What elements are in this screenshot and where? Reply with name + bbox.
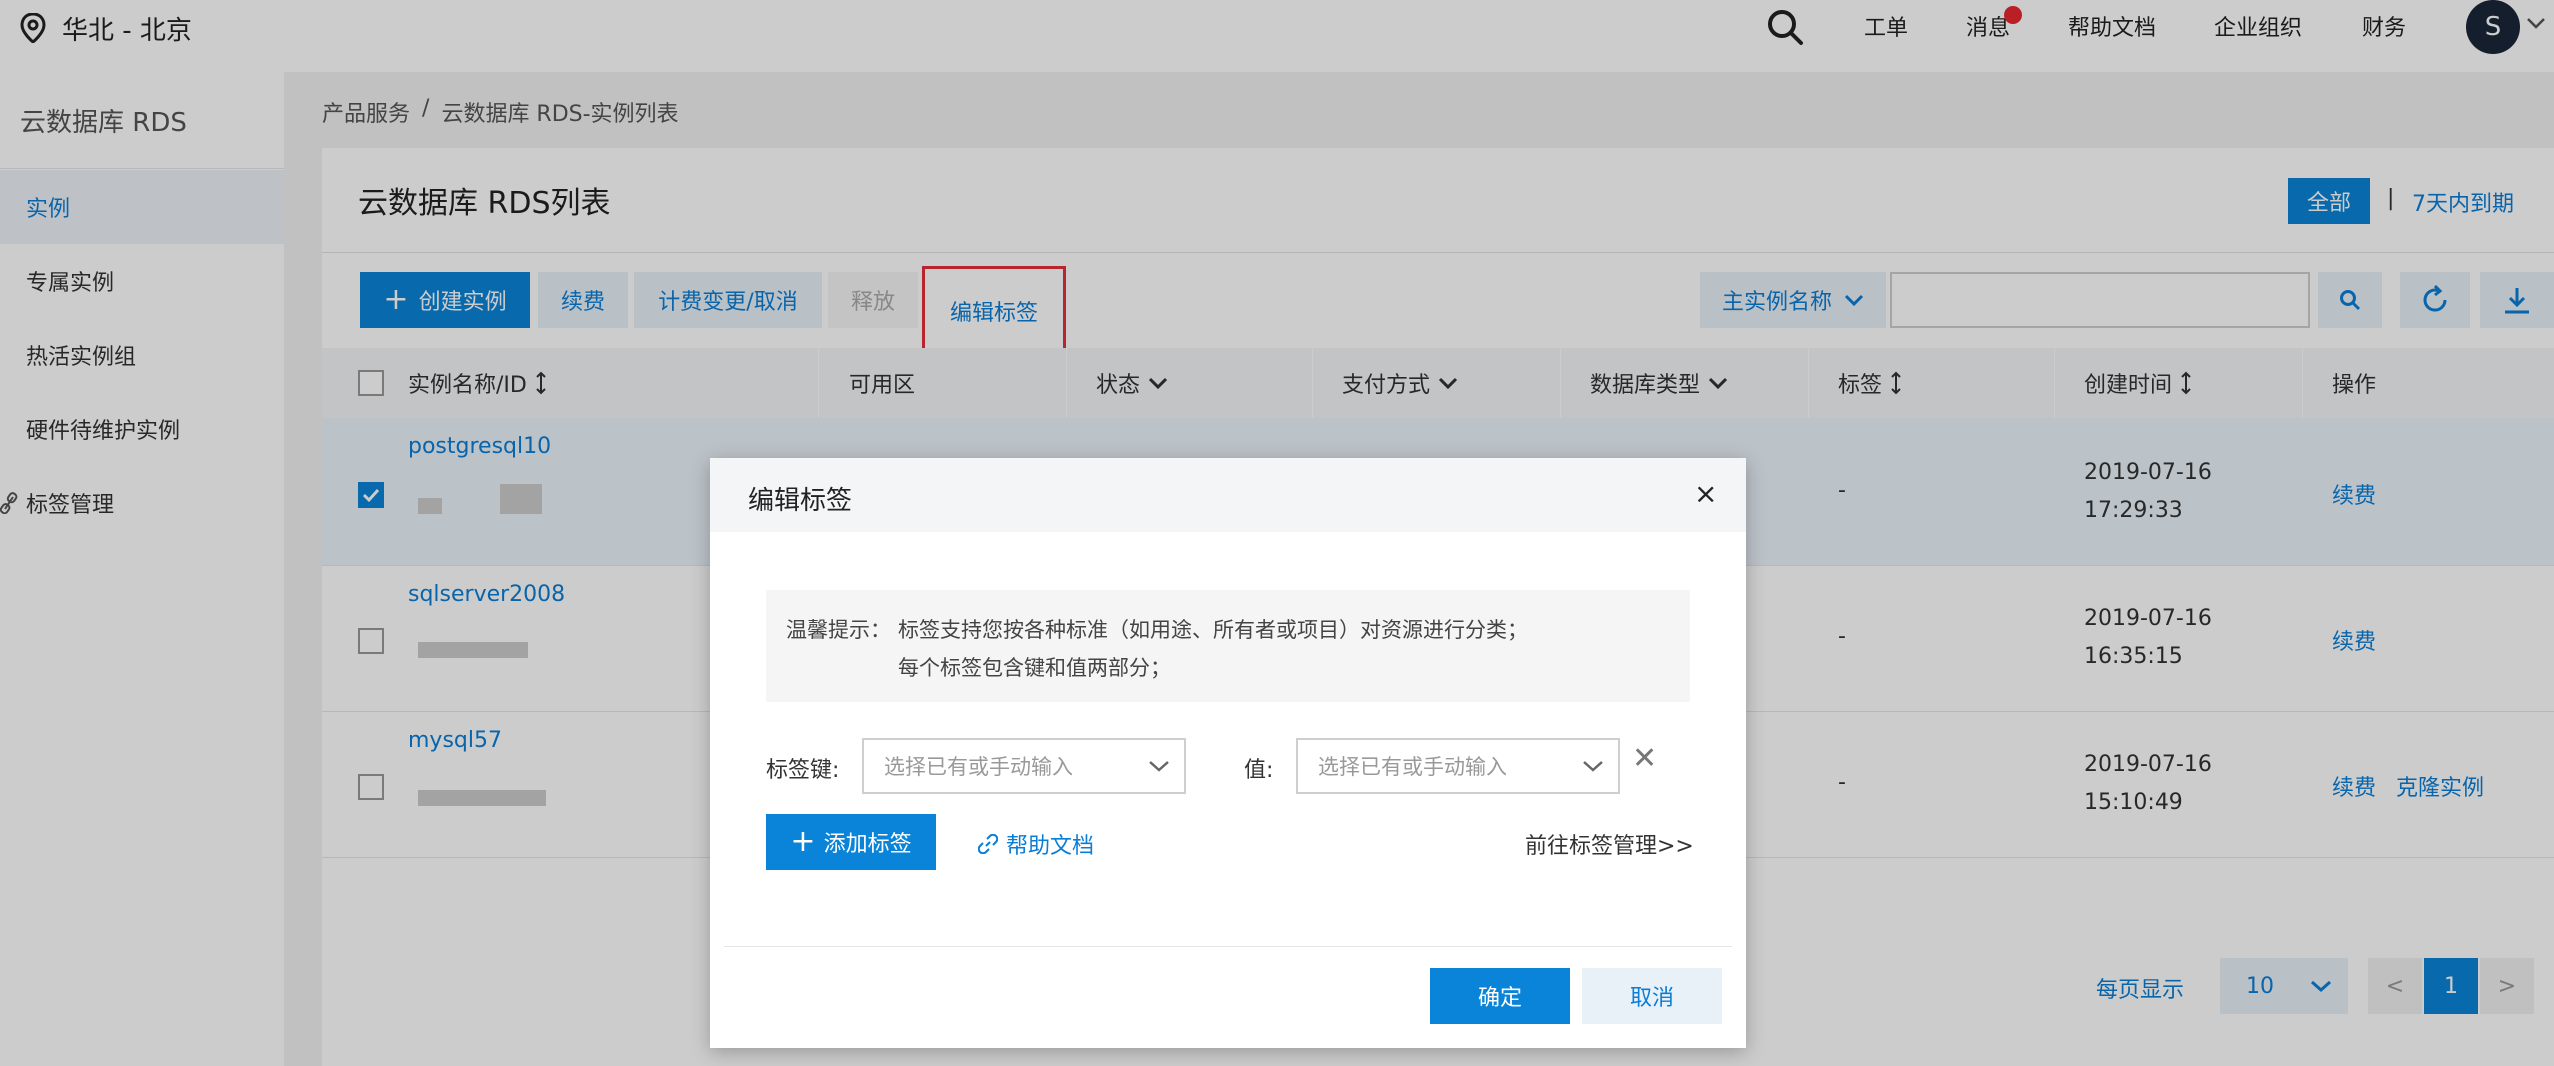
confirm-button[interactable]: 确定: [1430, 968, 1570, 1024]
tag-key-select[interactable]: 选择已有或手动输入: [862, 738, 1186, 794]
chevron-down-icon: [1149, 761, 1169, 772]
tag-value-select[interactable]: 选择已有或手动输入: [1296, 738, 1620, 794]
go-to-tag-management-link[interactable]: 前往标签管理>>: [1525, 828, 1694, 860]
dialog-title: 编辑标签: [748, 486, 853, 516]
tip-text-line1: 标签支持您按各种标准（如用途、所有者或项目）对资源进行分类；: [898, 618, 1528, 642]
tip-box: 温馨提示： 标签支持您按各种标准（如用途、所有者或项目）对资源进行分类； 每个标…: [766, 590, 1690, 702]
remove-tag-row-icon[interactable]: ✕: [1632, 744, 1657, 774]
tag-value-label: 值:: [1244, 758, 1274, 783]
add-tag-button[interactable]: + 添加标签: [766, 814, 936, 870]
tag-key-label: 标签键:: [766, 758, 840, 783]
tip-label: 温馨提示：: [786, 618, 891, 642]
plus-icon: +: [790, 824, 816, 859]
dialog-footer-divider: [724, 946, 1732, 947]
link-icon: [978, 834, 998, 854]
dialog-header: 编辑标签 ×: [710, 458, 1746, 532]
edit-tags-dialog: 编辑标签 × 温馨提示： 标签支持您按各种标准（如用途、所有者或项目）对资源进行…: [710, 458, 1746, 1048]
help-doc-link[interactable]: 帮助文档: [978, 828, 1094, 860]
cancel-button[interactable]: 取消: [1582, 968, 1722, 1024]
chevron-down-icon: [1583, 761, 1603, 772]
close-icon[interactable]: ×: [1694, 480, 1717, 508]
tip-text-line2: 每个标签包含键和值两部分；: [898, 656, 1171, 680]
